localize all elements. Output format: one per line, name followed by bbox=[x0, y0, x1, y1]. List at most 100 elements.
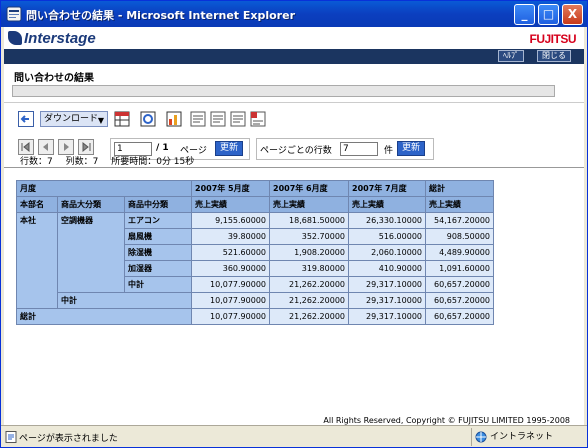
chevron-down-icon: ▼ bbox=[97, 116, 104, 125]
query-stats: 行数：7 列数：7 所要時間：0分 15秒 bbox=[20, 154, 204, 167]
back-icon[interactable] bbox=[18, 111, 34, 127]
dept-header: 本部名 bbox=[16, 196, 58, 213]
value-cell: 1,091.60000 bbox=[425, 260, 494, 277]
ie-icon bbox=[6, 6, 22, 22]
rows-unit: 件 bbox=[384, 146, 394, 156]
category-header: 商品大分類 bbox=[57, 196, 125, 213]
month-col-header: 2007年 7月度 bbox=[348, 180, 426, 197]
value-cell: 521.60000 bbox=[191, 244, 270, 261]
subcategory-cell: 除湿機 bbox=[124, 244, 192, 261]
report-icon[interactable] bbox=[140, 111, 156, 127]
month-col-header: 2007年 5月度 bbox=[191, 180, 270, 197]
copy-icon[interactable] bbox=[230, 111, 246, 127]
first-page-icon[interactable] bbox=[18, 139, 34, 155]
table-row: 本社 空調機器 エアコン 9,155.60000 18,681.50000 26… bbox=[16, 212, 494, 309]
browser-window: 問い合わせの結果 - Microsoft Internet Explorer _… bbox=[0, 0, 588, 448]
subcategory-cell: エアコン bbox=[124, 212, 192, 229]
table-row: 総計 10,077.90000 21,262.20000 29,317.1000… bbox=[16, 308, 494, 325]
close-page-button[interactable]: 閉じる bbox=[537, 50, 571, 62]
value-cell: 1,908.20000 bbox=[269, 244, 349, 261]
copyright: All Rights Reserved, Copyright © FUJITSU… bbox=[323, 416, 570, 425]
row-count: 行数：7 bbox=[20, 157, 53, 167]
dept-cell: 本社 bbox=[16, 212, 58, 309]
value-cell: 4,489.90000 bbox=[425, 244, 494, 261]
table-row: 中計 10,077.90000 21,262.20000 29,317.1000… bbox=[17, 292, 494, 309]
divider bbox=[4, 167, 584, 168]
interstage-logo-icon bbox=[8, 31, 22, 45]
value-cell: 10,077.90000 bbox=[191, 308, 270, 325]
value-cell: 39.80000 bbox=[191, 228, 270, 245]
minimize-button[interactable]: _ bbox=[514, 4, 535, 25]
value-cell: 60,657.20000 bbox=[425, 276, 494, 293]
help-button[interactable]: ﾍﾙﾌﾟ bbox=[498, 50, 524, 62]
title-bar[interactable]: 問い合わせの結果 - Microsoft Internet Explorer _… bbox=[1, 1, 587, 27]
logo-text: Interstage bbox=[24, 30, 96, 47]
elapsed-time: 所要時間：0分 15秒 bbox=[111, 157, 195, 167]
fujitsu-logo: FUJITSU bbox=[529, 32, 576, 46]
subcategory-cell: 扇風機 bbox=[124, 228, 192, 245]
value-cell: 9,155.60000 bbox=[191, 212, 270, 229]
status-message: ページが表示されました bbox=[19, 434, 118, 444]
page-icon bbox=[5, 431, 17, 443]
brand-bar: Interstage FUJITSU bbox=[4, 27, 584, 49]
value-cell: 29,317.10000 bbox=[348, 292, 426, 309]
close-button[interactable]: X bbox=[562, 4, 583, 25]
value-cell: 516.00000 bbox=[348, 228, 426, 245]
download-select[interactable]: ダウンロード ▼ bbox=[40, 111, 108, 127]
value-cell: 26,330.10000 bbox=[348, 212, 426, 229]
chart-icon[interactable] bbox=[166, 111, 182, 127]
download-label: ダウンロード bbox=[44, 114, 99, 124]
zone-label: イントラネット bbox=[490, 432, 554, 442]
rows-per-page-input[interactable]: 7 bbox=[340, 142, 378, 156]
value-cell: 54,167.20000 bbox=[425, 212, 494, 229]
page-total: / 1 bbox=[156, 143, 169, 153]
total-col-header: 総計 bbox=[425, 180, 494, 197]
measure-header: 売上実績 bbox=[348, 196, 426, 213]
month-header: 月度 bbox=[16, 180, 192, 197]
page-content: Interstage FUJITSU ﾍﾙﾌﾟ 閉じる 問い合わせの結果 ダウン… bbox=[4, 27, 584, 425]
category-cell: 空調機器 bbox=[57, 212, 125, 293]
value-cell: 29,317.10000 bbox=[348, 276, 426, 293]
value-cell: 908.50000 bbox=[425, 228, 494, 245]
subcategory-header: 商品中分類 bbox=[124, 196, 192, 213]
result-table: 月度 2007年 5月度 2007年 6月度 2007年 7月度 総計 本部名 … bbox=[16, 180, 494, 325]
value-cell: 21,262.20000 bbox=[269, 292, 349, 309]
rows-per-page-label: ページごとの行数 bbox=[260, 146, 332, 156]
table-view-icon[interactable] bbox=[114, 111, 130, 127]
export-icon[interactable] bbox=[210, 111, 226, 127]
print-icon[interactable] bbox=[190, 111, 206, 127]
value-cell: 60,657.20000 bbox=[425, 308, 494, 325]
value-cell: 10,077.90000 bbox=[191, 292, 270, 309]
update-rows-button[interactable]: 更新 bbox=[397, 141, 426, 156]
month-col-header: 2007年 6月度 bbox=[269, 180, 349, 197]
value-cell: 360.90000 bbox=[191, 260, 270, 277]
grand-total-cell: 総計 bbox=[16, 308, 192, 325]
value-cell: 10,077.90000 bbox=[191, 276, 270, 293]
measure-header: 売上実績 bbox=[269, 196, 349, 213]
maximize-button[interactable]: □ bbox=[538, 4, 559, 25]
value-cell: 21,262.20000 bbox=[269, 276, 349, 293]
next-page-icon[interactable] bbox=[58, 139, 74, 155]
nav-bar: ﾍﾙﾌﾟ 閉じる bbox=[4, 49, 584, 64]
value-cell: 29,317.10000 bbox=[348, 308, 426, 325]
window-title: 問い合わせの結果 - Microsoft Internet Explorer bbox=[26, 9, 295, 22]
value-cell: 410.90000 bbox=[348, 260, 426, 277]
value-cell: 18,681.50000 bbox=[269, 212, 349, 229]
measure-header: 売上実績 bbox=[191, 196, 270, 213]
page-title: 問い合わせの結果 bbox=[14, 73, 94, 84]
last-page-icon[interactable] bbox=[78, 139, 94, 155]
column-count: 列数：7 bbox=[65, 157, 99, 167]
subtotal-cell: 中計 bbox=[57, 292, 192, 309]
prev-page-icon[interactable] bbox=[38, 139, 54, 155]
subcategory-cell: 加湿器 bbox=[124, 260, 192, 277]
value-cell: 352.70000 bbox=[269, 228, 349, 245]
measure-header: 売上実績 bbox=[425, 196, 494, 213]
interstage-logo: Interstage bbox=[8, 30, 96, 47]
security-zone: イントラネット bbox=[471, 428, 584, 446]
value-cell: 60,657.20000 bbox=[425, 292, 494, 309]
update-page-button[interactable]: 更新 bbox=[215, 141, 244, 156]
value-cell: 2,060.10000 bbox=[348, 244, 426, 261]
value-cell: 319.80000 bbox=[269, 260, 349, 277]
subcategory-cell: 中計 bbox=[124, 276, 192, 293]
delete-icon[interactable] bbox=[250, 111, 266, 127]
